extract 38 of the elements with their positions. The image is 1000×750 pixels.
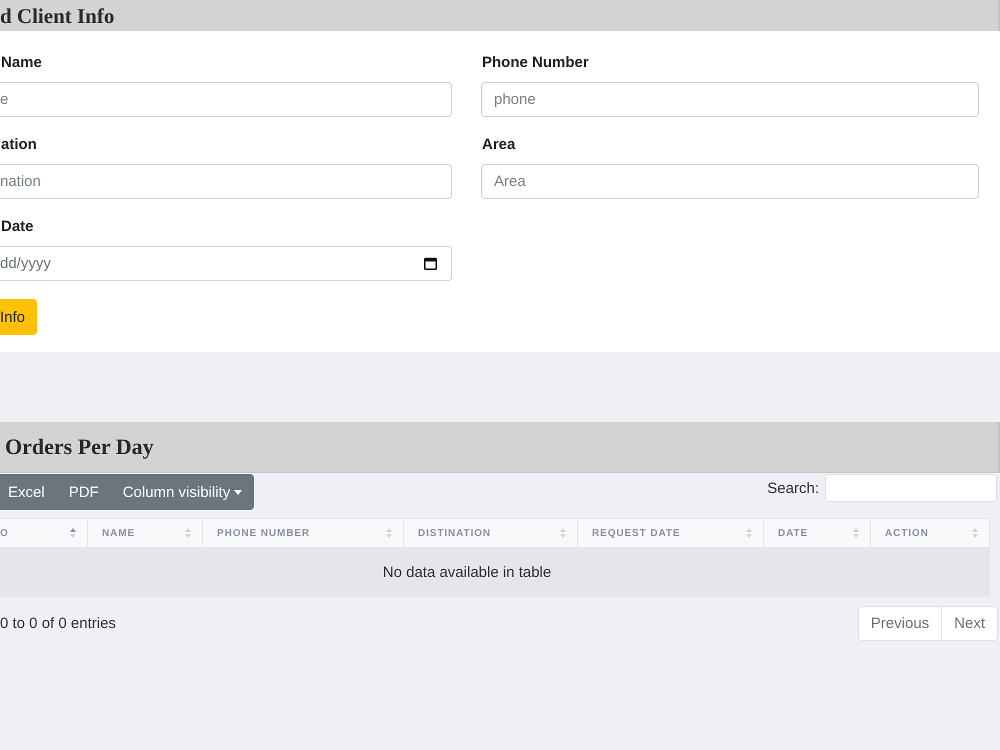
column-header[interactable]: REQUEST DATE: [578, 518, 764, 548]
sort-icon[interactable]: [972, 527, 978, 539]
date-field[interactable]: dd/yyyy: [0, 246, 452, 281]
text-field[interactable]: e: [0, 82, 452, 117]
column-header[interactable]: NAME: [88, 518, 203, 548]
sort-icon[interactable]: [386, 527, 392, 539]
card-title: d Client Info: [0, 4, 114, 28]
sort-icon[interactable]: [853, 527, 859, 539]
sort-icon[interactable]: [746, 527, 752, 539]
caret-icon: [234, 490, 242, 494]
sort-icon[interactable]: [560, 527, 566, 539]
table-info: 0 to 0 of 0 entries: [0, 615, 116, 632]
text-field[interactable]: phone: [481, 82, 979, 117]
export-button[interactable]: Column visibility: [110, 474, 254, 510]
pagination-button[interactable]: Next: [941, 606, 998, 641]
column-header[interactable]: PHONE NUMBER: [203, 518, 404, 548]
field-label: Phone Number: [481, 53, 589, 73]
column-header[interactable]: ACTION: [871, 518, 990, 548]
field-label: Name: [0, 53, 42, 73]
submit-button[interactable]: Info: [0, 299, 38, 335]
field-label: Date: [0, 217, 34, 237]
sort-icon[interactable]: [70, 527, 76, 539]
export-button[interactable]: PDF: [56, 474, 111, 510]
card-title: Orders Per Day: [4, 435, 154, 459]
field-label: ation: [0, 135, 37, 155]
text-field[interactable]: Area: [481, 164, 979, 199]
export-button[interactable]: Excel: [0, 474, 57, 510]
column-header[interactable]: O: [0, 518, 88, 548]
field-label: Area: [481, 135, 516, 155]
calendar-icon[interactable]: [424, 257, 437, 270]
text-field[interactable]: nation: [0, 164, 452, 199]
search-label: Search:: [767, 480, 819, 496]
sort-icon[interactable]: [185, 527, 191, 539]
empty-table-message: No data available in table: [0, 548, 990, 597]
search-field[interactable]: [825, 474, 997, 502]
column-header[interactable]: DATE: [764, 518, 871, 548]
pagination-button[interactable]: Previous: [858, 606, 942, 641]
column-header[interactable]: DISTINATION: [404, 518, 578, 548]
